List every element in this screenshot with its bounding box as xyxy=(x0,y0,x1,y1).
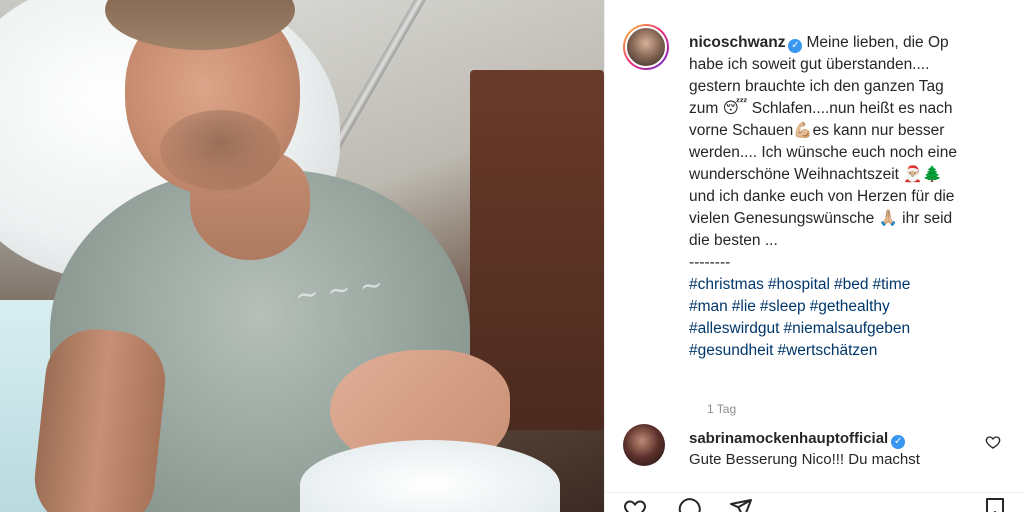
heart-icon[interactable] xyxy=(623,497,647,512)
caption-line: zum 😴 Schlafen....nun heißt es nach xyxy=(689,100,953,117)
commenter-username[interactable]: sabrinamockenhauptofficial xyxy=(689,430,888,447)
caption-line: habe ich soweit gut überstanden.... xyxy=(689,56,930,73)
photo-beard xyxy=(160,110,280,190)
caption-line: vorne Schauen💪🏼es kann nur besser xyxy=(689,122,945,139)
caption-divider: -------- xyxy=(689,254,731,271)
post-timestamp[interactable]: 1 Tag xyxy=(707,402,736,416)
post-photo[interactable]: ~ ~ ~ xyxy=(0,0,604,512)
author-username[interactable]: nicoschwanz xyxy=(689,34,785,51)
hashtag-link[interactable]: #sleep xyxy=(760,298,806,315)
hashtag-link[interactable]: #niemalsaufgeben xyxy=(783,320,910,337)
comment-text: sabrinamockenhauptofficial ✓ Gute Besseru… xyxy=(689,428,979,470)
hashtag-link[interactable]: #gesundheit xyxy=(689,342,773,359)
caption-line: und ich danke euch von Herzen für die xyxy=(689,188,955,205)
verified-badge-icon: ✓ xyxy=(891,435,906,449)
hashtag-link[interactable]: #hospital xyxy=(768,276,830,293)
caption-line: wunderschöne Weihnachtszeit 🎅🏼🌲 xyxy=(689,166,942,183)
hashtag-link[interactable]: #lie xyxy=(732,298,756,315)
hashtag-link[interactable]: #wertschätzen xyxy=(777,342,877,359)
comment-icon[interactable] xyxy=(677,497,701,512)
hashtag-link[interactable]: #time xyxy=(872,276,910,293)
caption-line: werden.... Ich wünsche euch noch eine xyxy=(689,144,957,161)
post-sidebar: nicoschwanz ✓ Meine lieben, die Op habe ic… xyxy=(604,0,1024,512)
caption-line: vielen Genesungswünsche 🙏🏼 ihr seid xyxy=(689,210,953,227)
commenter-avatar[interactable] xyxy=(623,424,665,466)
post-caption: nicoschwanz ✓ Meine lieben, die Op habe ic… xyxy=(689,32,989,362)
hashtag-link[interactable]: #alleswirdgut xyxy=(689,320,779,337)
hashtag-line: #christmas #hospital #bed #time xyxy=(689,276,914,293)
comment-like-heart-icon[interactable] xyxy=(985,434,1001,450)
verified-badge-icon: ✓ xyxy=(788,39,803,53)
hashtag-link[interactable]: #bed xyxy=(834,276,868,293)
hashtag-link[interactable]: #christmas xyxy=(689,276,764,293)
comment-body: Gute Besserung Nico!!! Du machst xyxy=(689,451,920,468)
hashtag-line: #gesundheit #wertschätzen xyxy=(689,342,881,359)
bookmark-icon[interactable] xyxy=(983,497,1007,512)
hashtag-line: #man #lie #sleep #gethealthy xyxy=(689,298,894,315)
hashtag-link[interactable]: #gethealthy xyxy=(810,298,890,315)
hashtag-line: #alleswirdgut #niemalsaufgeben xyxy=(689,320,914,337)
hashtag-link[interactable]: #man xyxy=(689,298,728,315)
post-action-bar xyxy=(605,492,1024,512)
author-avatar[interactable] xyxy=(623,24,669,70)
paper-plane-icon[interactable] xyxy=(729,497,753,512)
caption-line: Meine lieben, die Op xyxy=(806,34,949,51)
caption-line: gestern brauchte ich den ganzen Tag xyxy=(689,78,944,95)
caption-line: die besten ... xyxy=(689,232,778,249)
